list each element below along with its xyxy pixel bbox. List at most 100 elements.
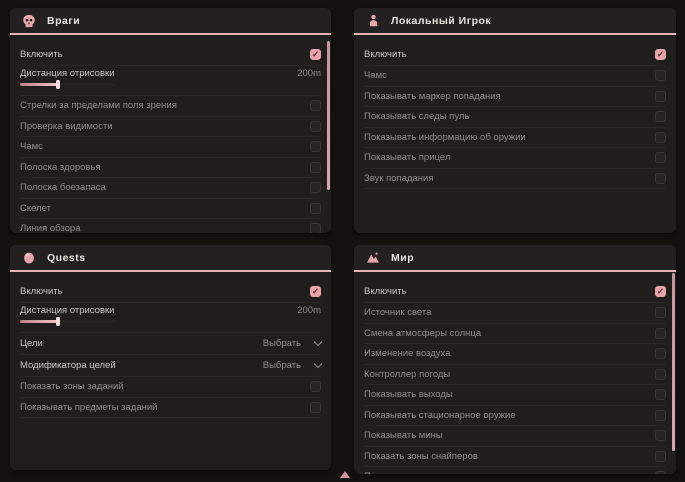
checkbox[interactable]: [310, 402, 321, 413]
checkbox[interactable]: [310, 182, 321, 193]
setting-label: Показывать мины: [364, 430, 443, 441]
checkbox[interactable]: [655, 471, 666, 474]
checkbox[interactable]: [310, 203, 321, 214]
setting-label: Чамс: [20, 141, 43, 152]
dropdown-value: Выбрать: [263, 360, 301, 371]
setting-row-toggle[interactable]: Показывать прицел: [364, 148, 666, 169]
setting-label: Показывать стационарное оружие: [364, 410, 516, 421]
checkbox[interactable]: [655, 173, 666, 184]
setting-row-toggle[interactable]: Показывать маркер попадания: [364, 87, 666, 108]
setting-row-toggle[interactable]: Включить: [364, 280, 666, 303]
setting-row-toggle[interactable]: Показывать следы пуль: [364, 107, 666, 128]
chevron-down-icon: [314, 337, 322, 345]
checkbox[interactable]: [655, 152, 666, 163]
setting-row-toggle[interactable]: Включить: [364, 43, 666, 66]
setting-label: Цели: [20, 338, 43, 349]
setting-row-toggle[interactable]: Полоска здоровья: [20, 158, 321, 179]
quest-icon: [22, 251, 36, 265]
panel-header: Враги: [10, 8, 331, 35]
checkbox[interactable]: [655, 111, 666, 122]
checkbox[interactable]: [655, 70, 666, 81]
panel-local-player: Локальный Игрок Включить Чамс Показывать м…: [354, 8, 676, 233]
panel-title: Quests: [47, 252, 86, 264]
checkbox[interactable]: [655, 132, 666, 143]
slider-handle[interactable]: [56, 80, 60, 89]
setting-row-toggle[interactable]: Чамс: [20, 137, 321, 158]
setting-label: Показывать следы пуль: [364, 111, 469, 122]
setting-label: Чамс: [364, 70, 387, 81]
setting-row-toggle[interactable]: Полоска боезапаса: [20, 178, 321, 199]
setting-row-toggle[interactable]: Включить: [20, 280, 321, 303]
slider-value: 200m: [297, 305, 321, 316]
checkbox[interactable]: [655, 410, 666, 421]
checkbox[interactable]: [655, 307, 666, 318]
setting-row-toggle[interactable]: Скелет: [20, 199, 321, 220]
setting-row-toggle[interactable]: Изменение воздуха: [364, 344, 666, 365]
setting-row-toggle[interactable]: Источник света: [364, 303, 666, 324]
setting-row-toggle[interactable]: Линия обзора: [20, 219, 321, 233]
setting-label: Дистанция отрисовки: [20, 305, 114, 316]
setting-label: Включить: [364, 49, 407, 60]
dropdown[interactable]: Выбрать: [263, 360, 321, 371]
setting-label: Включить: [20, 286, 63, 297]
scrollbar[interactable]: [327, 41, 330, 190]
setting-label: Скелет: [20, 203, 51, 214]
setting-label: Полоска боезапаса: [20, 182, 106, 193]
setting-label: Звук попадания: [364, 173, 434, 184]
panel-world: Мир ВключитьИсточник светаСмена атмосфер…: [354, 245, 676, 474]
setting-row-toggle[interactable]: Звук попадания: [364, 169, 666, 190]
setting-row-toggle[interactable]: Контроллер погоды: [364, 365, 666, 386]
setting-label: Проверка видимости: [20, 121, 113, 132]
checkbox[interactable]: [310, 286, 321, 297]
setting-label: Источник света: [364, 307, 431, 318]
setting-row-toggle[interactable]: Показать зоны снайперов: [364, 447, 666, 468]
checkbox[interactable]: [310, 381, 321, 392]
checkbox[interactable]: [655, 91, 666, 102]
scroll-indicator-icon[interactable]: [340, 471, 350, 478]
checkbox[interactable]: [310, 141, 321, 152]
setting-row-toggle[interactable]: Показать зоны заданий: [20, 377, 321, 398]
checkbox[interactable]: [655, 369, 666, 380]
setting-row-toggle[interactable]: Показать точки выхода: [364, 467, 666, 474]
draw-distance-slider[interactable]: [20, 320, 116, 323]
panel-content: Включить Дистанция отрисовки 200m Цели Выбра…: [10, 272, 331, 418]
panel-enemies: Враги ВключитьДистанция отрисовки200mСтр…: [10, 8, 331, 233]
draw-distance-slider[interactable]: [20, 83, 116, 86]
setting-row-toggle[interactable]: Показывать предметы заданий: [20, 398, 321, 419]
player-icon: [366, 14, 380, 28]
setting-row-toggle[interactable]: Показывать информацию об оружии: [364, 128, 666, 149]
setting-label: Показывать предметы заданий: [20, 402, 157, 413]
setting-row-toggle[interactable]: Стрелки за пределами поля зрения: [20, 96, 321, 117]
setting-row-toggle[interactable]: Чамс: [364, 66, 666, 87]
checkbox[interactable]: [655, 389, 666, 400]
checkbox[interactable]: [310, 49, 321, 60]
checkbox[interactable]: [655, 348, 666, 359]
checkbox[interactable]: [310, 100, 321, 111]
checkbox[interactable]: [310, 162, 321, 173]
checkbox[interactable]: [655, 328, 666, 339]
setting-row-toggle[interactable]: Показывать стационарное оружие: [364, 406, 666, 427]
setting-row-toggle[interactable]: Проверка видимости: [20, 117, 321, 138]
setting-row-dropdown: Цели Выбрать: [20, 333, 321, 355]
scrollbar[interactable]: [672, 273, 675, 451]
setting-label: Полоска здоровья: [20, 162, 101, 173]
setting-row-toggle[interactable]: Смена атмосферы солнца: [364, 324, 666, 345]
panel-header: Локальный Игрок: [354, 8, 676, 35]
checkbox[interactable]: [310, 121, 321, 132]
setting-row-toggle[interactable]: Показывать мины: [364, 426, 666, 447]
setting-label: Показывать прицел: [364, 152, 450, 163]
checkbox[interactable]: [655, 451, 666, 462]
dropdown[interactable]: Выбрать: [263, 338, 321, 349]
panel-title: Враги: [47, 15, 80, 27]
panel-content: ВключитьДистанция отрисовки200mСтрелки з…: [10, 35, 331, 233]
checkbox[interactable]: [655, 430, 666, 441]
setting-label: Стрелки за пределами поля зрения: [20, 100, 177, 111]
checkbox[interactable]: [310, 223, 321, 233]
setting-label: Показать зоны заданий: [20, 381, 124, 392]
slider-handle[interactable]: [56, 317, 60, 326]
checkbox[interactable]: [655, 286, 666, 297]
checkbox[interactable]: [655, 49, 666, 60]
setting-row-toggle[interactable]: Включить: [20, 43, 321, 66]
setting-row-toggle[interactable]: Показывать выходы: [364, 385, 666, 406]
setting-label: Показать точки выхода: [364, 471, 466, 474]
